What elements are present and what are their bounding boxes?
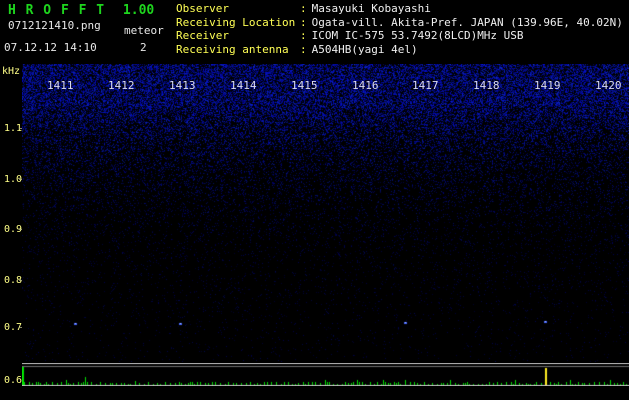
time-label: 1415 <box>291 79 318 92</box>
time-label: 1412 <box>108 79 135 92</box>
time-label: 1413 <box>169 79 196 92</box>
app-title-row: H R O F F T 1.00 <box>8 3 154 18</box>
info-label: Observer <box>176 2 229 15</box>
info-label: Receiving antenna <box>176 42 289 56</box>
time-label: 1416 <box>352 79 379 92</box>
info-value: Masayuki Kobayashi <box>311 2 431 15</box>
info-label: Receiving Location <box>176 15 296 29</box>
time-label: 1417 <box>412 79 439 92</box>
time-label: 1419 <box>534 79 561 92</box>
hrofft-window: H R O F F T 1.00 0712121410.png meteor 0… <box>0 0 629 400</box>
info-value: ICOM IC-575 53.7492(8LCD)MHz USB <box>311 29 524 42</box>
info-separator: : <box>300 29 307 42</box>
time-label: 1411 <box>47 79 74 92</box>
output-filename: 0712121410.png <box>8 19 101 32</box>
info-label: Receiver <box>176 29 229 42</box>
info-row-receiver: Receiver: ICOM IC-575 53.7492(8LCD)MHz US… <box>176 29 623 43</box>
info-separator: : <box>300 15 307 29</box>
info-row-observer: Observer: Masayuki Kobayashi <box>176 2 623 16</box>
time-label: 1418 <box>473 79 500 92</box>
spectrogram-canvas <box>22 64 629 362</box>
time-label: 1414 <box>230 79 257 92</box>
info-value: A504HB(yagi 4el) <box>311 42 418 56</box>
info-separator: : <box>300 2 307 15</box>
meteor-count: 2 <box>140 41 147 54</box>
datetime-label: 07.12.12 14:10 <box>4 41 97 54</box>
app-version: 1.00 <box>122 3 155 18</box>
signal-activity-canvas <box>22 363 629 386</box>
station-info: Observer: Masayuki Kobayashi Receiving Lo… <box>176 2 623 56</box>
freq-label-0_6: 0.6 <box>4 375 23 386</box>
info-value: Ogata-vill. Akita-Pref. JAPAN (139.96E, … <box>311 15 623 29</box>
app-title: H R O F F T <box>8 3 106 18</box>
freq-axis-unit: kHz <box>2 66 21 77</box>
info-row-antenna: Receiving antenna: A504HB(yagi 4el) <box>176 43 623 57</box>
mode-label: meteor <box>124 24 164 37</box>
info-row-location: Receiving Location: Ogata-vill. Akita-Pre… <box>176 16 623 30</box>
time-label: 1420 <box>595 79 622 92</box>
info-separator: : <box>300 42 307 56</box>
